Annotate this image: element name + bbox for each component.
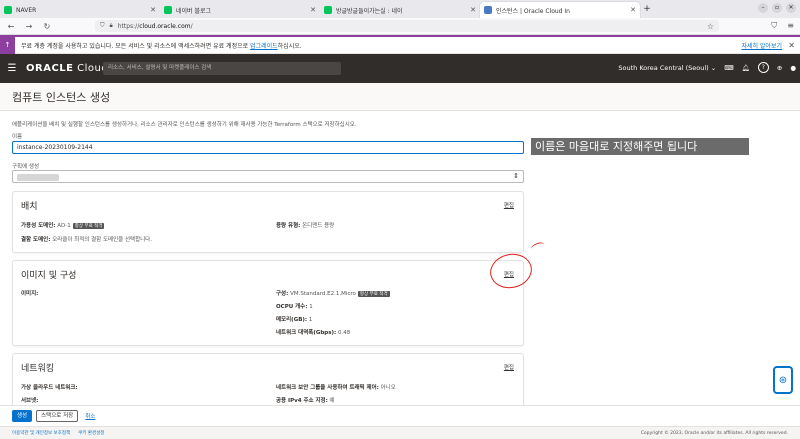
cloud-shell-icon[interactable]: ⌨ (724, 64, 733, 72)
learn-more-link[interactable]: 자세히 알아보기 (741, 41, 782, 50)
compartment-label: 구획에 생성 (12, 164, 40, 170)
placement-edit-link[interactable]: 편집 (504, 201, 514, 209)
compartment-select[interactable]: ⇕ (12, 170, 524, 183)
browser-tab-blog-post[interactable]: 방글방글들이가는실 : 네이 ✕ (320, 2, 480, 18)
browser-tab-naver-blog[interactable]: 네이버 블로그 ✕ (160, 2, 320, 18)
browser-tab-oracle[interactable]: 인스턴스 | Oracle Cloud In ✕ (480, 2, 640, 18)
profile-icon[interactable]: ● (790, 64, 796, 72)
window-controls: – ▫ ✕ (758, 3, 796, 13)
main-content: 컴퓨트 인스턴스 생성 애플리케이션을 배치 및 실행할 인스턴스를 생성하거나… (0, 83, 800, 405)
browser-tab-naver[interactable]: NAVER ✕ (0, 2, 160, 18)
section-title: 네트워킹 (21, 364, 55, 374)
name-label: 이름 (12, 134, 23, 140)
cancel-link[interactable]: 취소 (85, 412, 95, 420)
search-input[interactable]: 리소스, 서비스, 설명서 및 마켓플레이스 검색 (103, 62, 341, 75)
public-ipv4-field: 공용 IPv4 주소 지정: 예 (276, 398, 335, 404)
browser-tab-bar: NAVER ✕ 네이버 블로그 ✕ 방글방글들이가는실 : 네이 ✕ 인스턴스 … (0, 0, 800, 18)
notifications-icon[interactable]: 🔔︎ (742, 64, 750, 72)
announcement-text: 무료 계층 계정을 사용하고 있습니다. 모든 서비스 및 리소스에 액세스하려… (21, 42, 302, 50)
browser-toolbar-right: ⛉ ≡ (771, 21, 794, 31)
memory-field: 메모리(GB): 1 (276, 317, 313, 323)
copyright-text: Copyright © 2023, Oracle and/or its affi… (640, 430, 788, 436)
placement-section: 배치 편집 가용성 도메인: AD-1 항상 무료 적격 용량 유형: 온디맨드 … (12, 191, 524, 253)
page-footer: 이용약관 및 개인정보 보호정책 쿠키 환경설정 Copyright © 202… (0, 426, 800, 439)
upgrade-announcement: ↑ 무료 계층 계정을 사용하고 있습니다. 모든 서비스 및 리소스에 액세스… (0, 35, 800, 54)
page-description: 애플리케이션을 배치 및 실행할 인스턴스를 생성하거나, 리소스 관리자로 인… (12, 122, 357, 128)
oracle-cloud-logo[interactable]: ORACLE Cloud (26, 63, 108, 74)
save-as-stack-button[interactable]: 스택으로 저장 (36, 410, 79, 422)
always-free-badge: 항상 무료 적격 (72, 223, 105, 229)
capacity-type-field: 용량 유형: 온디맨드 용량 (276, 223, 335, 229)
tab-title: 방글방글들이가는실 : 네이 (336, 7, 403, 15)
vcn-field: 가상 클라우드 네트워크: (21, 385, 78, 391)
help-icon[interactable]: ? (757, 62, 769, 73)
networking-section: 네트워킹 편집 가상 클라우드 네트워크: 네트워크 보안 그룹을 사용하여 트… (12, 353, 524, 405)
close-tab-icon[interactable]: ✕ (470, 6, 476, 14)
pocket-icon[interactable]: ⛉ (771, 21, 777, 31)
fault-domain-field: 결함 도메인: 오라클이 최적의 결함 도메인을 선택합니다. (21, 237, 152, 243)
browser-nav-bar: ← → ↻ ⛉ 🔒︎ https://cloud.oracle.com/ ☆ ⛉… (0, 18, 800, 35)
page-title: 컴퓨트 인스턴스 생성 (12, 91, 111, 104)
networking-edit-link[interactable]: 편집 (504, 363, 514, 371)
region-selector[interactable]: South Korea Central (Seoul) ⌄ (618, 64, 716, 72)
ocpu-field: OCPU 개수: 1 (276, 304, 313, 310)
form-action-bar: 생성 스택으로 저장 취소 (0, 405, 800, 426)
upgrade-icon: ↑ (0, 36, 15, 54)
redacted-value (17, 174, 59, 181)
subnet-field: 서브넷: (21, 398, 39, 404)
close-icon[interactable]: ✕ (788, 41, 795, 50)
naver-favicon (164, 6, 172, 14)
naver-favicon (324, 6, 332, 14)
section-title: 이미지 및 구성 (21, 271, 77, 281)
create-button[interactable]: 생성 (12, 410, 33, 422)
nsg-field: 네트워크 보안 그룹을 사용하여 트래픽 제어: 아니오 (276, 385, 396, 391)
tab-title: 네이버 블로그 (176, 7, 212, 15)
cookie-preferences-link[interactable]: 쿠키 환경설정 (78, 430, 104, 436)
image-shape-section: 이미지 및 구성 편집 이미지: 구성: VM.Standard.E2.1.Mi… (12, 260, 524, 346)
console-header: ☰ ORACLE Cloud 리소스, 서비스, 설명서 및 마켓플레이스 검색… (0, 54, 800, 83)
terms-link[interactable]: 이용약관 및 개인정보 보호정책 (12, 430, 70, 436)
close-tab-icon[interactable]: ✕ (150, 6, 156, 14)
lock-icon: 🔒︎ (109, 22, 113, 29)
menu-icon[interactable]: ≡ (787, 21, 794, 31)
url-text: https://cloud.oracle.com/ (117, 22, 193, 30)
language-icon[interactable]: ⊕ (777, 64, 782, 72)
tab-title: NAVER (16, 6, 37, 14)
section-title: 배치 (21, 202, 38, 212)
header-right: South Korea Central (Seoul) ⌄ ⌨ 🔔︎ ? ⊕ ● (618, 62, 796, 73)
hamburger-menu-icon[interactable]: ☰ (2, 63, 22, 74)
instance-name-input[interactable]: instance-20230109-2144 (12, 141, 524, 154)
shield-icon: ⛉ (100, 22, 105, 29)
tab-title: 인스턴스 | Oracle Cloud In (496, 7, 570, 15)
availability-domain-field: 가용성 도메인: AD-1 항상 무료 적격 (21, 223, 105, 229)
chevron-updown-icon: ⇕ (513, 172, 519, 180)
bookmark-star-icon[interactable]: ☆ (707, 22, 714, 31)
reload-icon[interactable]: ↻ (42, 22, 52, 31)
naver-favicon (4, 6, 12, 14)
close-tab-icon[interactable]: ✕ (630, 6, 636, 14)
new-tab-button[interactable]: + (640, 2, 654, 18)
minimize-icon[interactable]: – (758, 3, 768, 13)
address-bar[interactable]: ⛉ 🔒︎ https://cloud.oracle.com/ ☆ (95, 20, 719, 32)
annotation-note: 이름은 마음대로 지정해주면 됩니다 (531, 138, 749, 155)
close-tab-icon[interactable]: ✕ (310, 6, 316, 14)
oracle-cloud-favicon (484, 6, 492, 14)
upgrade-link[interactable]: 업그레이드 (250, 43, 278, 50)
image-field: 이미지: (21, 291, 39, 297)
back-icon[interactable]: ← (6, 22, 16, 31)
always-free-badge: 항상 무료 적격 (357, 291, 390, 297)
help-lifebuoy-icon[interactable]: ⊛ (773, 366, 793, 394)
close-window-icon[interactable]: ✕ (786, 3, 796, 13)
maximize-icon[interactable]: ▫ (772, 3, 782, 13)
shape-field: 구성: VM.Standard.E2.1.Micro 항상 무료 적격 (276, 291, 390, 297)
forward-icon[interactable]: → (24, 22, 34, 31)
bandwidth-field: 네트워크 대역폭(Gbps): 0.48 (276, 330, 351, 336)
